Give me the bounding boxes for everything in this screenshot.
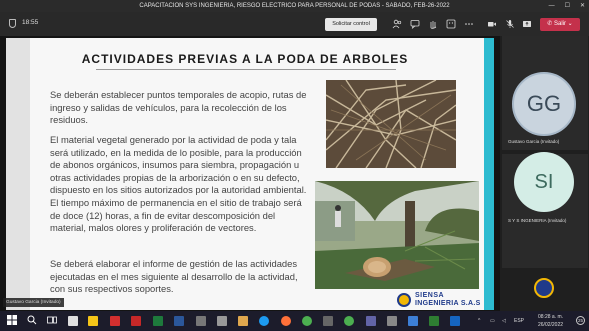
file-explorer-icon[interactable] bbox=[238, 316, 248, 326]
teams-meeting-window: CAPACITACION SYS INGENIERIA, RIESGO ELEC… bbox=[0, 0, 589, 331]
maximize-button[interactable]: ☐ bbox=[565, 0, 570, 12]
title-underline bbox=[96, 69, 396, 70]
branches-photo bbox=[326, 80, 456, 168]
app-icon-4[interactable] bbox=[196, 316, 206, 326]
chat-icon[interactable] bbox=[410, 19, 420, 30]
presentation-slide: ACTIVIDADES PREVIAS A LA PODA DE ARBOLES… bbox=[6, 38, 494, 310]
request-control-button[interactable]: Solicitar control bbox=[325, 18, 377, 31]
clock-time[interactable]: 08:28 a. m. bbox=[538, 314, 563, 320]
teams-icon[interactable] bbox=[366, 316, 376, 326]
raise-hand-icon[interactable] bbox=[428, 19, 438, 29]
windows-taskbar: ^ ▭ ◁ ESP 08:28 a. m. 26/02/2022 25 bbox=[0, 311, 589, 331]
organization-logo-icon bbox=[534, 278, 554, 298]
meeting-toolbar: 18:55 Solicitar control ✆ Salir ⌄ bbox=[0, 12, 589, 36]
task-view-icon[interactable] bbox=[46, 315, 58, 327]
company-logo: SIENSA INGENIERIA S.A.S bbox=[397, 292, 487, 310]
participant-name: Gustavo Garcia (Invitado) bbox=[508, 139, 560, 144]
logo-text-line1: SIENSA bbox=[415, 292, 445, 299]
search-icon[interactable] bbox=[26, 315, 38, 327]
slide-paragraph: Se deberán establecer puntos temporales … bbox=[50, 89, 307, 126]
chevron-down-icon: ⌄ bbox=[567, 21, 573, 27]
participant-tile[interactable]: GG bbox=[502, 36, 588, 150]
tree-felling-photo bbox=[315, 181, 479, 289]
clock-date[interactable]: 26/02/2022 bbox=[538, 322, 563, 328]
acrobat-icon[interactable] bbox=[131, 316, 141, 326]
app-icon-8[interactable] bbox=[387, 316, 397, 326]
firefox-icon[interactable] bbox=[281, 316, 291, 326]
slide-left-band bbox=[6, 38, 30, 310]
app-icon-1[interactable] bbox=[68, 316, 78, 326]
window-controls: — ☐ ✕ bbox=[549, 0, 585, 12]
siensa-logo-icon bbox=[397, 293, 411, 307]
shield-icon bbox=[9, 19, 16, 28]
slide-paragraph: El material vegetal generado por la acti… bbox=[50, 134, 307, 234]
leave-label: Salir bbox=[553, 21, 566, 27]
camera-icon[interactable] bbox=[487, 19, 497, 29]
people-icon[interactable] bbox=[392, 19, 402, 29]
app-icon-7[interactable] bbox=[344, 316, 354, 326]
app-icon-2[interactable] bbox=[88, 316, 98, 326]
app-icon-11[interactable] bbox=[450, 316, 460, 326]
chrome-icon[interactable] bbox=[302, 316, 312, 326]
word-icon[interactable] bbox=[174, 316, 184, 326]
more-icon[interactable] bbox=[464, 19, 474, 29]
edge-icon[interactable] bbox=[259, 316, 269, 326]
window-title-bar: CAPACITACION SYS INGENIERIA, RIESGO ELEC… bbox=[0, 0, 589, 12]
slide-right-band bbox=[484, 38, 494, 310]
phone-icon: ✆ bbox=[547, 21, 554, 27]
avatar: GG bbox=[512, 72, 576, 136]
shared-content-stage: ACTIVIDADES PREVIAS A LA PODA DE ARBOLES… bbox=[0, 36, 500, 311]
volume-icon[interactable]: ◁ bbox=[502, 318, 506, 324]
excel-icon[interactable] bbox=[153, 316, 163, 326]
avatar: SI bbox=[514, 152, 574, 212]
network-icon[interactable]: ▭ bbox=[490, 318, 495, 324]
windows-start-icon[interactable] bbox=[6, 315, 18, 327]
mic-icon[interactable] bbox=[505, 19, 515, 29]
app-icon-5[interactable] bbox=[217, 316, 227, 326]
participant-name: S Y S INGENIERIA (Invitado) bbox=[508, 218, 567, 223]
presenter-name-tag: Gustavo Garcia (Invitado) bbox=[3, 298, 64, 307]
minimize-button[interactable]: — bbox=[549, 0, 555, 12]
app-icon-6[interactable] bbox=[323, 316, 333, 326]
meeting-timer: 18:55 bbox=[22, 19, 39, 26]
app-icon-9[interactable] bbox=[408, 316, 418, 326]
chevron-up-icon[interactable]: ^ bbox=[478, 318, 480, 324]
keyboard-language[interactable]: ESP bbox=[514, 318, 524, 324]
close-button[interactable]: ✕ bbox=[580, 0, 585, 12]
reactions-icon[interactable] bbox=[446, 19, 456, 29]
leave-button[interactable]: ✆ Salir ⌄ bbox=[540, 18, 580, 31]
logo-text-line2: INGENIERIA S.A.S bbox=[415, 300, 481, 307]
slide-paragraph: Se deberá elaborar el informe de gestión… bbox=[50, 258, 298, 295]
window-title: CAPACITACION SYS INGENIERIA, RIESGO ELEC… bbox=[139, 3, 450, 9]
notifications-badge[interactable]: 25 bbox=[576, 316, 585, 325]
slide-title: ACTIVIDADES PREVIAS A LA PODA DE ARBOLES bbox=[81, 52, 409, 66]
app-icon-3[interactable] bbox=[110, 316, 120, 326]
app-icon-10[interactable] bbox=[429, 316, 439, 326]
share-icon[interactable] bbox=[522, 19, 532, 29]
